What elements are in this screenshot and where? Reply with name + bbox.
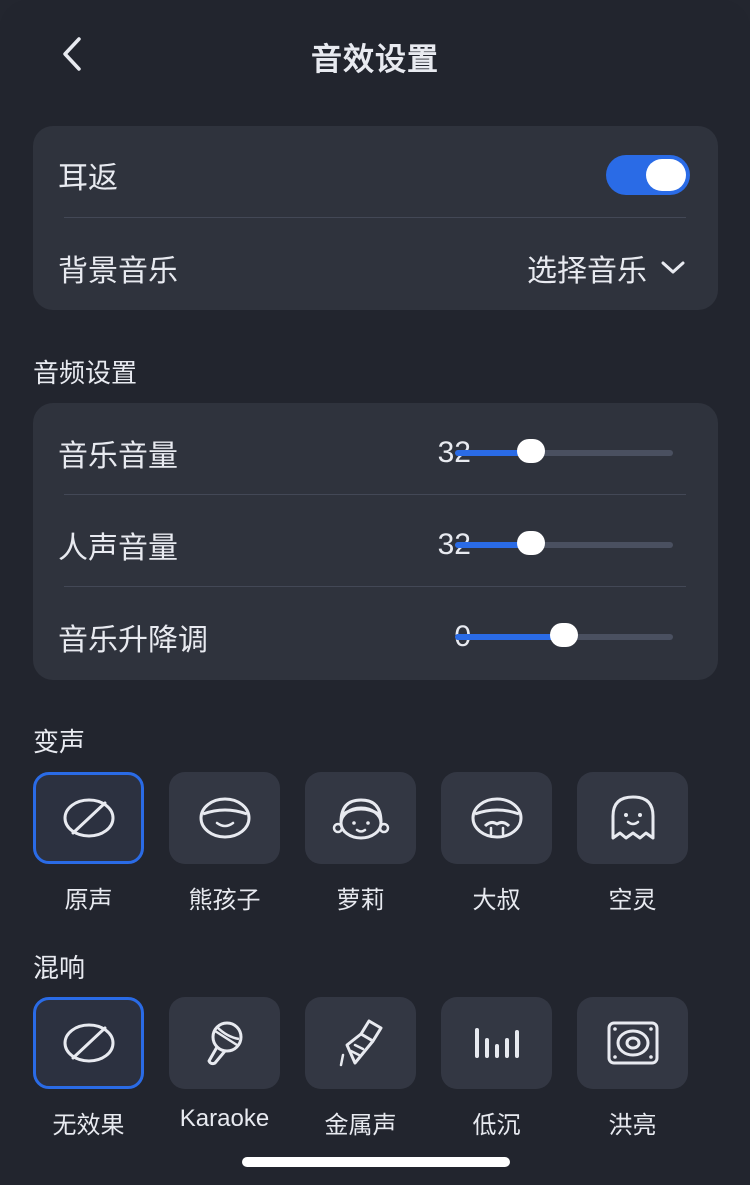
option-box bbox=[33, 997, 144, 1089]
select-music-label: 选择音乐 bbox=[527, 254, 647, 289]
reverb-option-none[interactable]: 无效果 bbox=[33, 997, 144, 1140]
option-label: 空灵 bbox=[608, 886, 657, 914]
music-volume-row: 音乐音量 32 bbox=[33, 407, 718, 499]
general-card: 耳返 背景音乐 选择音乐 bbox=[33, 126, 718, 310]
voice-change-section-label: 变声 bbox=[33, 728, 86, 758]
music-volume-label: 音乐音量 bbox=[58, 439, 178, 474]
option-label: 洪亮 bbox=[608, 1111, 657, 1139]
reverb-option-loud[interactable]: 洪亮 bbox=[577, 997, 688, 1140]
option-box bbox=[441, 997, 552, 1089]
audio-section-label: 音频设置 bbox=[33, 359, 138, 389]
girl-face-icon bbox=[332, 798, 389, 840]
option-label: 萝莉 bbox=[336, 886, 385, 914]
ghost-icon bbox=[611, 795, 654, 840]
option-box bbox=[305, 997, 416, 1089]
voice-option-ethereal[interactable]: 空灵 bbox=[577, 772, 688, 915]
option-box bbox=[169, 772, 280, 864]
pitch-slider[interactable] bbox=[455, 623, 673, 647]
reverb-option-karaoke[interactable]: Karaoke bbox=[169, 997, 280, 1140]
page-title: 音效设置 bbox=[311, 42, 439, 78]
speaker-icon bbox=[607, 1021, 658, 1065]
option-label: 金属声 bbox=[324, 1111, 397, 1139]
chevron-down-icon bbox=[661, 261, 685, 274]
option-label: 大叔 bbox=[472, 886, 521, 914]
voice-option-loli[interactable]: 萝莉 bbox=[305, 772, 416, 915]
ear-return-toggle[interactable] bbox=[606, 155, 690, 195]
option-box bbox=[441, 772, 552, 864]
home-indicator bbox=[242, 1157, 510, 1167]
slider-thumb[interactable] bbox=[517, 531, 546, 555]
pitch-row: 音乐升降调 0 bbox=[33, 591, 718, 683]
option-box bbox=[33, 772, 144, 864]
reverb-options: 无效果 Karaoke 金属声 低沉 洪亮 bbox=[33, 997, 688, 1140]
option-box bbox=[577, 997, 688, 1089]
sound-settings-panel: 音效设置 耳返 背景音乐 选择音乐 音频设置 音乐音量 32 人声音量 32 音… bbox=[0, 0, 750, 1185]
voice-option-child[interactable]: 熊孩子 bbox=[169, 772, 280, 915]
option-box bbox=[305, 772, 416, 864]
voice-option-uncle[interactable]: 大叔 bbox=[441, 772, 552, 915]
audio-card: 音乐音量 32 人声音量 32 音乐升降调 0 bbox=[33, 403, 718, 680]
slider-thumb[interactable] bbox=[550, 623, 578, 647]
pitch-label: 音乐升降调 bbox=[58, 623, 208, 658]
reverb-option-deep[interactable]: 低沉 bbox=[441, 997, 552, 1140]
bgm-label: 背景音乐 bbox=[58, 254, 178, 289]
vocal-volume-row: 人声音量 32 bbox=[33, 499, 718, 591]
uncle-face-icon bbox=[471, 797, 522, 839]
toggle-knob bbox=[646, 159, 686, 191]
child-face-icon bbox=[199, 797, 250, 839]
music-volume-slider[interactable] bbox=[455, 439, 673, 463]
voice-option-original[interactable]: 原声 bbox=[33, 772, 144, 915]
vocal-volume-slider[interactable] bbox=[455, 531, 673, 555]
slider-fill bbox=[455, 634, 564, 640]
bgm-row: 背景音乐 选择音乐 bbox=[33, 222, 718, 314]
sound-bars-icon bbox=[474, 1028, 519, 1058]
option-label: 熊孩子 bbox=[188, 886, 261, 914]
voice-change-options: 原声 熊孩子 萝莉 大叔 空灵 bbox=[33, 772, 688, 915]
divider bbox=[64, 217, 686, 218]
option-box bbox=[577, 772, 688, 864]
reverb-option-metal[interactable]: 金属声 bbox=[305, 997, 416, 1140]
ear-return-label: 耳返 bbox=[58, 161, 118, 196]
reverb-section-label: 混响 bbox=[33, 954, 86, 984]
slider-thumb[interactable] bbox=[517, 439, 546, 463]
metal-horn-icon bbox=[339, 1019, 382, 1067]
option-box bbox=[169, 997, 280, 1089]
select-music-dropdown[interactable]: 选择音乐 bbox=[527, 246, 685, 290]
vocal-volume-label: 人声音量 bbox=[58, 531, 178, 566]
divider bbox=[64, 494, 686, 495]
option-label: Karaoke bbox=[179, 1105, 270, 1132]
no-effect-icon bbox=[63, 1023, 114, 1063]
microphone-icon bbox=[207, 1021, 242, 1066]
option-label: 低沉 bbox=[472, 1111, 521, 1139]
ear-return-row: 耳返 bbox=[33, 129, 718, 221]
option-label: 无效果 bbox=[52, 1111, 125, 1139]
divider bbox=[64, 586, 686, 587]
option-label: 原声 bbox=[64, 886, 113, 914]
no-effect-icon bbox=[63, 798, 114, 838]
